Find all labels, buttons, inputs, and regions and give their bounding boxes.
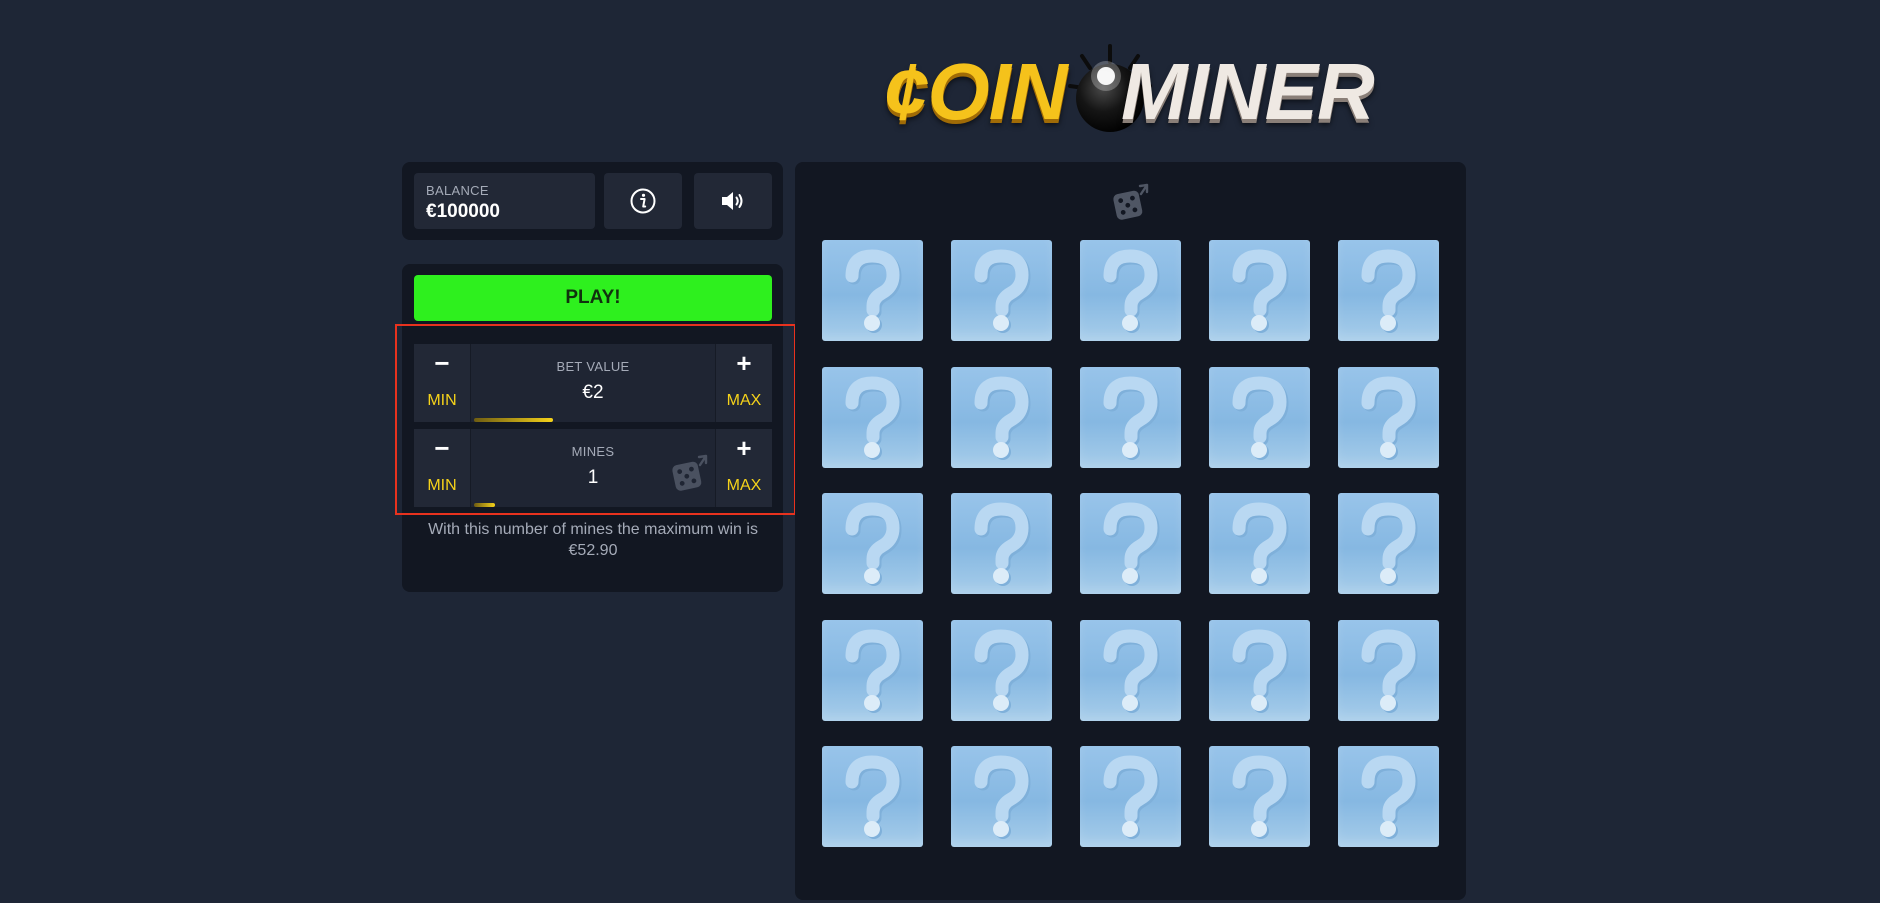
balance-value: €100000	[426, 201, 500, 222]
question-mark-icon	[1103, 376, 1160, 460]
mines-level-bar[interactable]	[474, 503, 712, 507]
max-win-text: With this number of mines the maximum wi…	[428, 521, 758, 559]
bet-level-bar[interactable]	[474, 418, 712, 422]
plus-icon: +	[736, 348, 752, 378]
question-mark-icon	[1361, 249, 1418, 333]
mystery-tile[interactable]	[1080, 367, 1181, 468]
mystery-tile[interactable]	[951, 367, 1052, 468]
mystery-tile[interactable]	[1338, 746, 1439, 847]
mystery-tile[interactable]	[951, 240, 1052, 341]
mines-level-fill	[474, 503, 495, 507]
question-mark-icon	[845, 376, 902, 460]
bet-max-label[interactable]: MAX	[716, 392, 772, 410]
mystery-tile[interactable]	[1080, 620, 1181, 721]
controls-panel: PLAY! − MIN BET VALUE €2 + MAX − MIN MIN…	[402, 264, 783, 592]
question-mark-icon	[974, 249, 1031, 333]
mines-increase-button[interactable]: + MAX	[715, 429, 772, 507]
mines-decrease-button[interactable]: − MIN	[414, 429, 471, 507]
mines-max-label[interactable]: MAX	[716, 477, 772, 495]
question-mark-icon	[1232, 502, 1289, 586]
question-mark-icon	[1232, 629, 1289, 713]
speaker-icon	[722, 192, 743, 210]
dice-icon	[672, 454, 708, 491]
mystery-tile[interactable]	[1209, 746, 1310, 847]
bet-decrease-button[interactable]: − MIN	[414, 344, 471, 422]
balance-panel: BALANCE €100000	[402, 162, 783, 240]
question-mark-icon	[1103, 502, 1160, 586]
question-mark-icon	[1232, 755, 1289, 839]
question-mark-icon	[845, 755, 902, 839]
question-mark-icon	[974, 376, 1031, 460]
question-mark-icon	[1103, 249, 1160, 333]
bet-value-stepper: − MIN BET VALUE €2 + MAX	[414, 344, 772, 422]
question-mark-icon	[1232, 249, 1289, 333]
logo-miner-text: MINER	[1121, 47, 1375, 136]
question-mark-icon	[1232, 376, 1289, 460]
mines-min-label[interactable]: MIN	[414, 477, 470, 495]
question-mark-icon	[974, 755, 1031, 839]
mystery-tile[interactable]	[822, 240, 923, 341]
mystery-tile[interactable]	[1209, 367, 1310, 468]
question-mark-icon	[974, 629, 1031, 713]
bet-value-amount: €2	[582, 382, 604, 403]
minus-icon: −	[434, 348, 450, 378]
mystery-tile[interactable]	[1080, 493, 1181, 594]
bet-increase-button[interactable]: + MAX	[715, 344, 772, 422]
bet-level-fill	[474, 418, 553, 422]
question-mark-icon	[845, 502, 902, 586]
question-mark-icon	[845, 249, 902, 333]
mystery-tile[interactable]	[1080, 240, 1181, 341]
mystery-tile[interactable]	[822, 620, 923, 721]
question-mark-icon	[1361, 376, 1418, 460]
mystery-tile[interactable]	[951, 620, 1052, 721]
plus-icon: +	[736, 433, 752, 463]
mystery-tile[interactable]	[1338, 620, 1439, 721]
question-mark-icon	[1361, 755, 1418, 839]
question-mark-icon	[1361, 502, 1418, 586]
bet-value-label: BET VALUE	[556, 359, 630, 374]
question-mark-icon	[1361, 629, 1418, 713]
mystery-tile[interactable]	[822, 746, 923, 847]
mystery-tile[interactable]	[1338, 367, 1439, 468]
mystery-tile[interactable]	[951, 493, 1052, 594]
question-mark-icon	[845, 629, 902, 713]
mystery-tile[interactable]	[1209, 620, 1310, 721]
mystery-tile[interactable]	[1209, 240, 1310, 341]
info-button[interactable]	[604, 173, 682, 229]
bet-min-label[interactable]: MIN	[414, 392, 470, 410]
minus-icon: −	[434, 433, 450, 463]
game-board	[795, 162, 1466, 900]
mystery-tile[interactable]	[822, 493, 923, 594]
play-button[interactable]: PLAY!	[414, 275, 772, 321]
game-logo: ¢OIN MINER	[876, 22, 1386, 140]
sound-button[interactable]	[694, 173, 772, 229]
mystery-tile[interactable]	[822, 367, 923, 468]
balance-label: BALANCE	[426, 183, 489, 198]
mystery-tile[interactable]	[1209, 493, 1310, 594]
question-mark-icon	[1103, 755, 1160, 839]
mystery-tile[interactable]	[1080, 746, 1181, 847]
logo-coin-text: ¢OIN	[884, 47, 1068, 136]
mines-stepper: − MIN MINES 1 + MAX	[414, 429, 772, 507]
dice-icon	[1113, 183, 1149, 220]
question-mark-icon	[974, 502, 1031, 586]
mystery-tile[interactable]	[1338, 493, 1439, 594]
mystery-tile[interactable]	[1338, 240, 1439, 341]
info-icon	[630, 188, 656, 214]
question-mark-icon	[1103, 629, 1160, 713]
balance-display: BALANCE €100000	[414, 173, 595, 229]
mystery-tile[interactable]	[951, 746, 1052, 847]
